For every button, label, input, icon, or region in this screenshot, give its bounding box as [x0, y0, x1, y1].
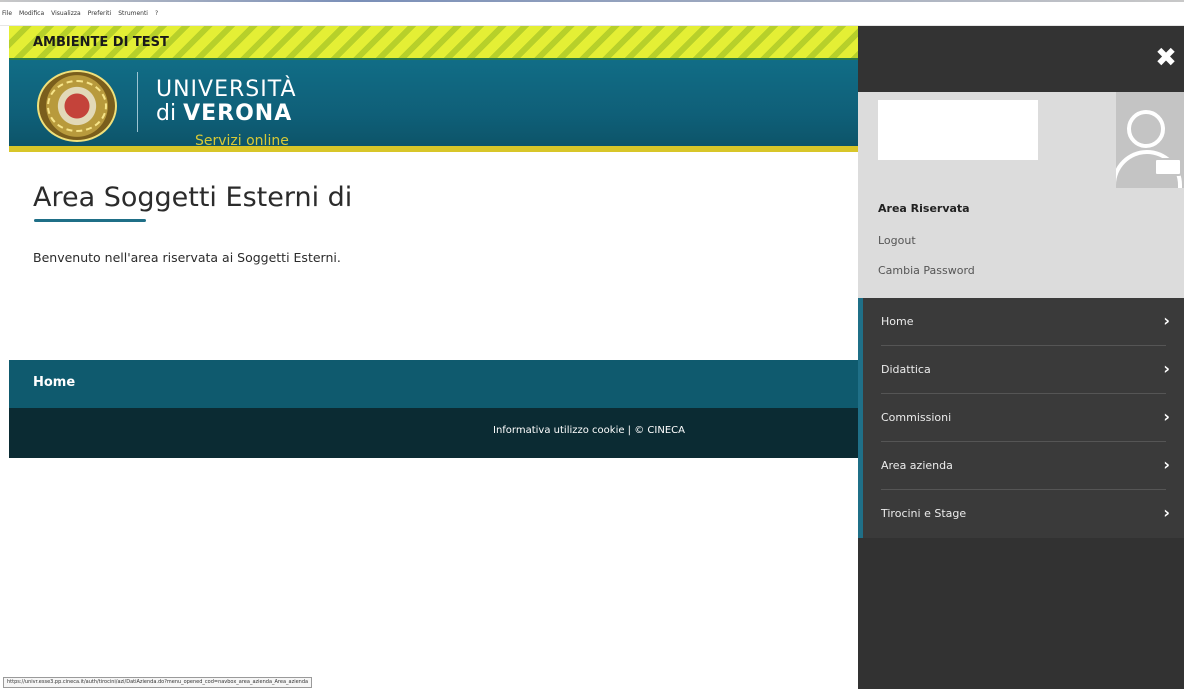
browser-status-url: https://univr.esse3.pp.cineca.it/auth/ti…: [3, 677, 313, 688]
test-environment-label: AMBIENTE DI TEST: [33, 35, 169, 50]
logout-link[interactable]: Logout: [878, 234, 916, 247]
side-menu-item-home[interactable]: Home ›: [863, 298, 1184, 346]
welcome-text: Benvenuto nell'area riservata ai Soggett…: [33, 250, 341, 265]
menu-modifica[interactable]: Modifica: [19, 10, 44, 17]
cookie-policy-link[interactable]: Informativa utilizzo cookie: [493, 425, 625, 436]
side-panel: ✖ Area Riservata Logout Cambia Password …: [858, 26, 1184, 689]
close-icon[interactable]: ✖: [1152, 44, 1180, 72]
chevron-right-icon: ›: [1163, 359, 1170, 378]
user-box: Area Riservata Logout Cambia Password: [858, 92, 1184, 298]
footer-links: Informativa utilizzo cookie | © CINECA: [493, 425, 685, 436]
browser-menu-items: File Modifica Visualizza Preferiti Strum…: [2, 10, 158, 17]
footer-separator: |: [624, 425, 635, 436]
main-content: Area Soggetti Esterni di Benvenuto nell'…: [9, 152, 859, 360]
avatar-head: [1127, 110, 1165, 148]
side-menu: Home › Didattica › Commissioni › Area az…: [858, 298, 1184, 538]
chevron-right-icon: ›: [1163, 407, 1170, 426]
test-environment-banner: AMBIENTE DI TEST: [9, 26, 859, 60]
menu-visualizza[interactable]: Visualizza: [51, 10, 81, 17]
menu-help[interactable]: ?: [155, 10, 158, 17]
university-name-city: VERONA: [183, 101, 293, 126]
seal-icon[interactable]: [37, 70, 117, 142]
footer-bottom: Informativa utilizzo cookie | © CINECA: [9, 408, 859, 458]
chevron-right-icon: ›: [1163, 455, 1170, 474]
side-menu-label: Home: [881, 315, 914, 328]
chevron-right-icon: ›: [1163, 503, 1170, 522]
main-page: AMBIENTE DI TEST UNIVERSITÀ di VERONA Se…: [9, 26, 859, 458]
browser-menubar: File Modifica Visualizza Preferiti Strum…: [0, 0, 1184, 26]
browser-topline: [0, 0, 1184, 2]
side-menu-label: Didattica: [881, 363, 931, 376]
seal-ring: [47, 80, 107, 132]
change-password-link[interactable]: Cambia Password: [878, 264, 975, 277]
header-divider: [137, 72, 138, 132]
panel-top-bar: ✖: [858, 26, 1184, 92]
university-name-prefix: di: [156, 101, 184, 126]
university-name-line1: UNIVERSITÀ: [156, 77, 297, 102]
menu-strumenti[interactable]: Strumenti: [118, 10, 148, 17]
menu-preferiti[interactable]: Preferiti: [88, 10, 112, 17]
side-menu-item-didattica[interactable]: Didattica ›: [863, 346, 1184, 394]
avatar-card: [1154, 158, 1182, 176]
side-menu-item-tirocini-e-stage[interactable]: Tirocini e Stage ›: [863, 490, 1184, 538]
side-menu-label: Commissioni: [881, 411, 952, 424]
copyright-text: © CINECA: [634, 425, 685, 436]
chevron-right-icon: ›: [1163, 311, 1170, 330]
user-name-box: [878, 100, 1038, 160]
page-title: Area Soggetti Esterni di: [33, 182, 353, 213]
avatar-icon: [1116, 92, 1184, 188]
university-logo-text[interactable]: UNIVERSITÀ di VERONA: [156, 78, 297, 126]
site-header: UNIVERSITÀ di VERONA Servizi online: [9, 60, 859, 152]
side-menu-item-area-azienda[interactable]: Area azienda ›: [863, 442, 1184, 490]
title-underline: [34, 219, 146, 222]
area-riservata-title: Area Riservata: [878, 202, 970, 215]
side-menu-label: Tirocini e Stage: [881, 507, 967, 520]
footer-home-link[interactable]: Home: [33, 375, 75, 390]
side-menu-label: Area azienda: [881, 459, 953, 472]
menu-file[interactable]: File: [2, 10, 12, 17]
side-menu-item-commissioni[interactable]: Commissioni ›: [863, 394, 1184, 442]
university-name-line2: di VERONA: [156, 102, 297, 126]
footer-nav: Home: [9, 360, 859, 408]
